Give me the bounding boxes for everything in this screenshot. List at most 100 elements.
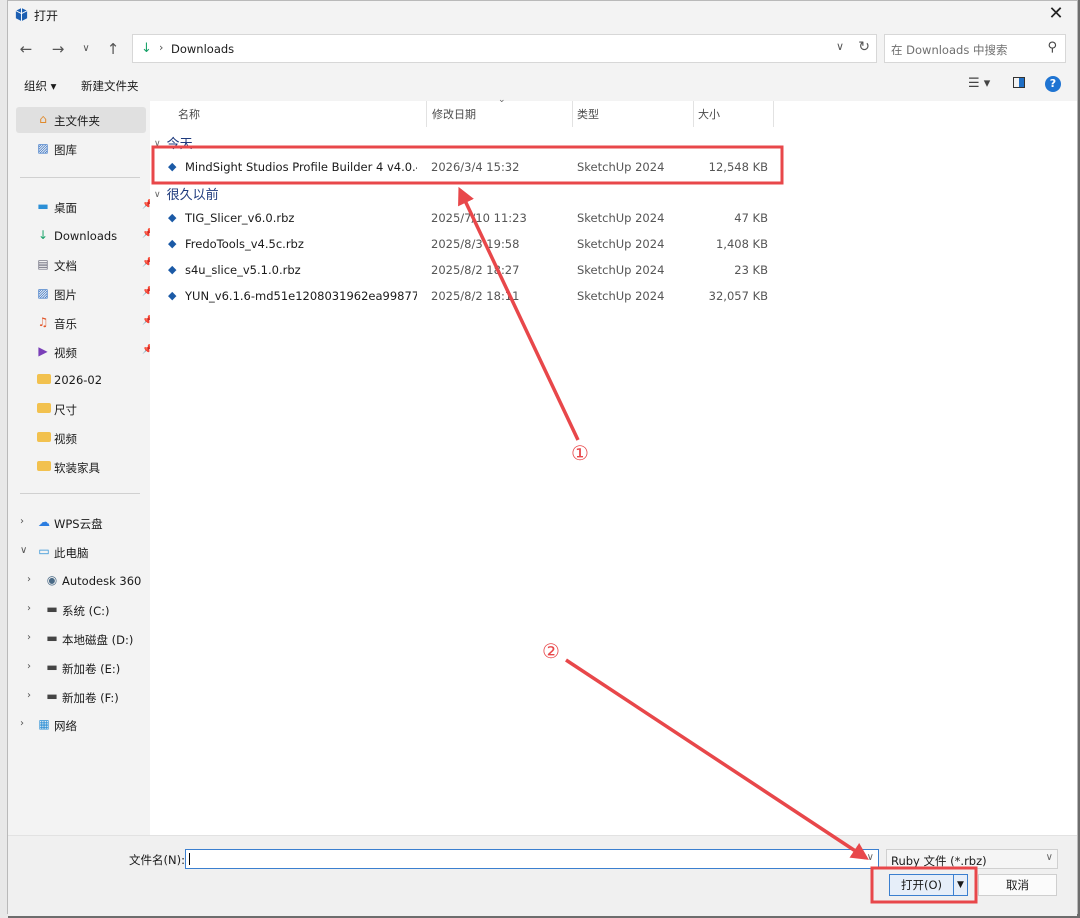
nav-item-documents[interactable]: ▤ 文档 📌 xyxy=(16,252,153,278)
column-header-type[interactable]: 类型 xyxy=(577,101,687,127)
nav-item-drive-d[interactable]: › ▬ 本地磁盘 (D:) xyxy=(16,626,146,652)
search-icon: ⚲ xyxy=(1047,40,1057,55)
help-icon[interactable]: ? xyxy=(1045,76,1061,92)
nav-item-autodesk-360[interactable]: › ◉ Autodesk 360 xyxy=(16,568,146,594)
open-button[interactable]: 打开(O) xyxy=(889,874,954,896)
sketchup-app-icon xyxy=(15,7,28,22)
file-name: FredoTools_v4.5c.rbz xyxy=(185,237,304,251)
gallery-icon: ▨ xyxy=(37,141,49,155)
nav-item-gallery[interactable]: ▨ 图库 xyxy=(16,136,146,162)
chevron-down-icon[interactable]: ∨ xyxy=(154,190,161,200)
nav-item-drive-f[interactable]: › ▬ 新加卷 (F:) xyxy=(16,684,146,710)
group-header-today[interactable]: ∨ 今天 xyxy=(154,133,193,152)
recent-locations-button[interactable]: ∨ xyxy=(76,39,96,59)
chevron-right-icon[interactable]: › xyxy=(27,603,31,614)
nav-item-drive-c[interactable]: › ▬ 系统 (C:) xyxy=(16,597,146,623)
chevron-down-icon[interactable]: ∨ xyxy=(836,40,844,53)
column-header-name[interactable]: 名称 xyxy=(178,101,426,127)
refresh-icon[interactable]: ↻ xyxy=(858,39,870,55)
nav-item-folder-2026-02[interactable]: 2026-02 xyxy=(16,367,146,393)
filename-input[interactable]: ∨ xyxy=(185,849,879,869)
back-button[interactable]: ← xyxy=(16,39,36,59)
search-input[interactable]: 在 Downloads 中搜索 ⚲ xyxy=(884,34,1066,63)
file-row[interactable]: ◆ s4u_slice_v5.1.0.rbz 2025/8/2 18:27 Sk… xyxy=(158,258,778,282)
column-divider[interactable] xyxy=(572,101,573,127)
nav-item-videos[interactable]: ▶ 视频 📌 xyxy=(16,339,153,365)
nav-label: WPS云盘 xyxy=(54,517,103,531)
chevron-down-icon: ∨ xyxy=(82,43,90,54)
file-row[interactable]: ◆ YUN_v6.1.6-md51e1208031962ea998778f...… xyxy=(158,284,778,308)
drive-icon: ▬ xyxy=(46,602,58,616)
document-icon: ▤ xyxy=(37,257,49,271)
folder-icon xyxy=(37,374,51,384)
nav-item-drive-e[interactable]: › ▬ 新加卷 (E:) xyxy=(16,655,146,681)
new-folder-button[interactable]: 新建文件夹 xyxy=(81,78,139,94)
nav-label: 新加卷 (E:) xyxy=(62,662,121,676)
breadcrumb-downloads[interactable]: Downloads xyxy=(171,42,234,56)
chevron-right-icon[interactable]: › xyxy=(20,516,24,527)
column-divider[interactable] xyxy=(426,101,427,127)
chevron-right-icon[interactable]: › xyxy=(20,718,24,729)
open-options-button[interactable]: ▼ xyxy=(954,874,968,896)
nav-label: 桌面 xyxy=(54,201,77,215)
chevron-right-icon[interactable]: › xyxy=(27,690,31,701)
nav-item-desktop[interactable]: ▬ 桌面 📌 xyxy=(16,194,153,220)
chevron-right-icon[interactable]: › xyxy=(27,661,31,672)
caret-down-icon: ▼ xyxy=(957,880,964,890)
close-icon: ✕ xyxy=(1048,3,1064,24)
up-button[interactable]: ↑ xyxy=(103,39,123,59)
filename-label: 文件名(N): xyxy=(129,853,185,867)
picture-icon: ▨ xyxy=(37,286,49,300)
chevron-down-icon[interactable]: ∨ xyxy=(154,139,161,149)
nav-item-home[interactable]: ⌂ 主文件夹 xyxy=(16,107,146,133)
nav-item-network[interactable]: › ▦ 网络 xyxy=(16,712,146,738)
column-divider[interactable] xyxy=(773,101,774,127)
dialog-footer: 文件名(N): ∨ Ruby 文件 (*.rbz) ∨ 打开(O) ▼ 取消 xyxy=(8,835,1077,916)
nav-item-pictures[interactable]: ▨ 图片 📌 xyxy=(16,281,153,307)
organize-menu[interactable]: 组织 ▾ xyxy=(24,78,56,94)
rbz-file-icon: ◆ xyxy=(168,211,177,224)
nav-label: 软装家具 xyxy=(54,461,100,475)
chevron-right-icon[interactable]: › xyxy=(27,574,31,585)
file-row[interactable]: ◆ TIG_Slicer_v6.0.rbz 2025/7/10 11:23 Sk… xyxy=(158,206,778,230)
nav-item-folder-video[interactable]: 视频 xyxy=(16,425,146,451)
view-options-icon[interactable]: ☰ ▾ xyxy=(968,76,990,91)
nav-item-folder-furniture[interactable]: 软装家具 xyxy=(16,454,146,480)
nav-item-downloads[interactable]: ↓ Downloads 📌 xyxy=(16,223,153,249)
preview-pane-icon[interactable] xyxy=(1013,77,1025,88)
file-size: 47 KB xyxy=(734,211,768,225)
nav-item-folder-size[interactable]: 尺寸 xyxy=(16,396,146,422)
cancel-button[interactable]: 取消 xyxy=(978,874,1057,896)
column-header-date[interactable]: 修改日期 xyxy=(432,101,568,127)
file-row[interactable]: ◆ FredoTools_v4.5c.rbz 2025/8/3 19:58 Sk… xyxy=(158,232,778,256)
group-header-long-ago[interactable]: ∨ 很久以前 xyxy=(154,184,219,203)
folder-icon xyxy=(37,403,51,413)
address-bar[interactable]: ↓ › Downloads ∨ ↻ xyxy=(132,34,877,63)
chevron-right-icon[interactable]: › xyxy=(27,632,31,643)
rbz-file-icon: ◆ xyxy=(168,237,177,250)
chevron-down-icon[interactable]: ∨ xyxy=(867,852,874,863)
file-name: YUN_v6.1.6-md51e1208031962ea998778f... xyxy=(185,289,417,303)
column-divider[interactable] xyxy=(693,101,694,127)
column-header-size[interactable]: 大小 xyxy=(698,101,768,127)
nav-item-music[interactable]: ♫ 音乐 📌 xyxy=(16,310,154,336)
forward-button[interactable]: → xyxy=(48,39,68,59)
nav-label: 主文件夹 xyxy=(54,114,100,128)
file-date: 2025/8/2 18:11 xyxy=(431,289,520,303)
nav-label: 图片 xyxy=(54,288,77,302)
file-date: 2026/3/4 15:32 xyxy=(431,160,520,174)
file-row[interactable]: ◆ MindSight Studios Profile Builder 4 v4… xyxy=(158,155,778,179)
nav-item-this-pc[interactable]: ∨ ▭ 此电脑 xyxy=(16,539,146,565)
nav-label: 网络 xyxy=(54,719,77,733)
file-name: TIG_Slicer_v6.0.rbz xyxy=(185,211,295,225)
group-label: 今天 xyxy=(166,137,193,152)
file-name: s4u_slice_v5.1.0.rbz xyxy=(185,263,301,277)
nav-label: 视频 xyxy=(54,346,77,360)
file-type-filter-select[interactable]: Ruby 文件 (*.rbz) ∨ xyxy=(886,849,1058,869)
close-button[interactable]: ✕ xyxy=(1045,4,1067,26)
nav-label: 本地磁盘 (D:) xyxy=(62,633,134,647)
open-file-dialog: 打开 ✕ ← → ∨ ↑ ↓ › Downloads ∨ ↻ 在 Downloa… xyxy=(7,0,1078,916)
nav-item-wps-cloud[interactable]: › ☁ WPS云盘 xyxy=(16,510,146,536)
divider xyxy=(20,177,140,178)
chevron-down-icon[interactable]: ∨ xyxy=(20,545,27,556)
